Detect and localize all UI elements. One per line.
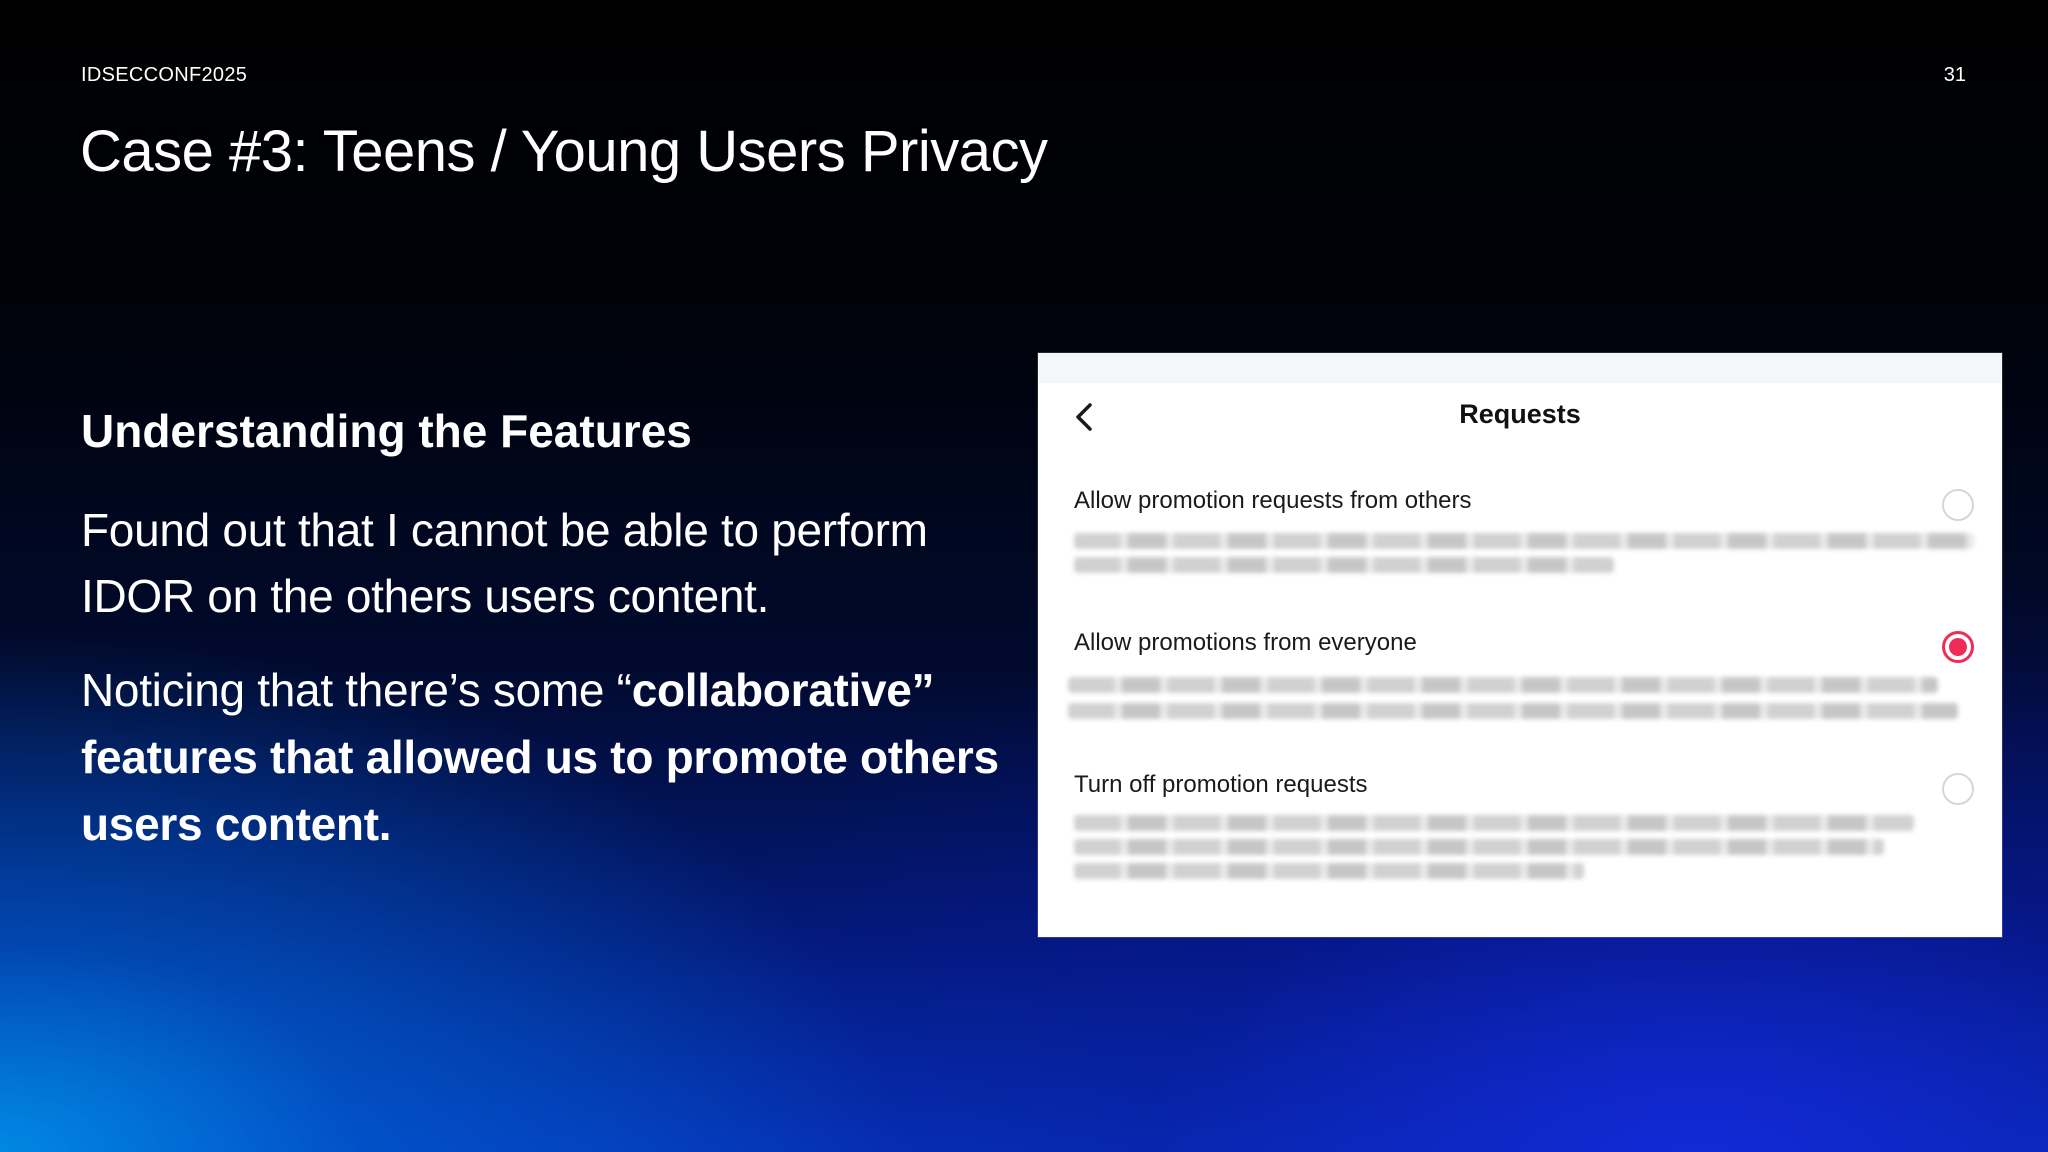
- blurred-description: [1074, 839, 1884, 855]
- section-heading: Understanding the Features: [81, 405, 692, 457]
- paragraph-2-plain: Noticing that there’s some “: [81, 664, 632, 716]
- option-allow-from-everyone[interactable]: Allow promotions from everyone: [1068, 629, 1974, 729]
- blurred-description: [1074, 863, 1584, 879]
- option-label: Allow promotions from everyone: [1074, 629, 1417, 656]
- status-strip: [1038, 353, 2002, 383]
- option-label: Turn off promotion requests: [1074, 771, 1368, 798]
- paragraph-1: Found out that I cannot be able to perfo…: [81, 504, 928, 622]
- paragraph-2: Noticing that there’s some “collaborativ…: [81, 657, 1021, 858]
- radio-button[interactable]: [1942, 773, 1974, 805]
- blurred-description: [1074, 533, 1974, 549]
- blurred-description: [1074, 815, 1914, 831]
- option-turn-off[interactable]: Turn off promotion requests: [1074, 771, 1974, 901]
- radio-button[interactable]: [1942, 489, 1974, 521]
- requests-screenshot: Requests Allow promotion requests from o…: [1038, 353, 2002, 937]
- option-label: Allow promotion requests from others: [1074, 487, 1472, 514]
- radio-button-selected[interactable]: [1942, 631, 1974, 663]
- slide-title: Case #3: Teens / Young Users Privacy: [80, 119, 1048, 184]
- option-allow-from-others[interactable]: Allow promotion requests from others: [1074, 487, 1974, 587]
- conference-label: IDSECCONF2025: [81, 64, 248, 86]
- slide-number: 31: [1943, 64, 1966, 86]
- blurred-description: [1074, 557, 1614, 573]
- blurred-description: [1068, 677, 1938, 693]
- blurred-description: [1068, 703, 1958, 719]
- requests-title: Requests: [1459, 399, 1581, 429]
